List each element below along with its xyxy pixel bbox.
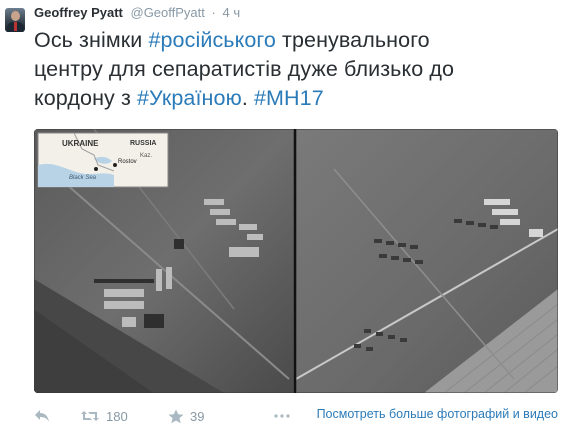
tweet-timestamp[interactable]: 4 ч <box>222 5 240 20</box>
favorite-button[interactable]: 39 <box>168 404 204 428</box>
author-handle[interactable]: @GeoffPyatt <box>131 5 205 20</box>
retweet-icon <box>81 411 99 421</box>
author-name[interactable]: Geoffrey Pyatt <box>34 5 123 20</box>
inset-map-label-rostov: Rostov <box>118 159 137 165</box>
more-media-link[interactable]: Посмотреть больше фотографий и видео <box>317 407 558 421</box>
hashtag-mh17[interactable]: #MH17 <box>254 86 324 110</box>
tweet-photo[interactable]: UKRAINE RUSSIA Rostov Black Sea Kaz. <box>34 129 558 393</box>
text-segment: . <box>241 86 254 110</box>
tweet-header: Geoffrey Pyatt @GeoffPyatt · 4 ч <box>34 5 240 21</box>
retweet-button[interactable]: 180 <box>80 404 128 428</box>
star-icon <box>168 409 184 423</box>
more-dots-icon <box>274 414 290 418</box>
text-segment: Ось знімки <box>34 28 149 52</box>
text-segment: кордону з <box>34 86 137 110</box>
tweet-text-line-3: кордону з #Україною. #MH17 <box>34 84 554 113</box>
more-options-button[interactable] <box>274 404 290 428</box>
tweet-actions: 180 39 Посмотреть больше фотографий и ви… <box>34 404 560 428</box>
tweet-text-line-1: Ось знімки #російського тренувального <box>34 26 554 55</box>
reply-button[interactable] <box>34 404 50 428</box>
tweet: Geoffrey Pyatt @GeoffPyatt · 4 ч Ось зні… <box>0 0 563 433</box>
inset-map-label-black-sea: Black Sea <box>69 175 97 181</box>
avatar[interactable] <box>5 8 25 32</box>
tweet-text-line-2: центру для сепаратистів дуже близько до <box>34 57 455 81</box>
satellite-image-right <box>295 129 558 393</box>
hashtag-ukraine[interactable]: #Україною <box>137 86 242 110</box>
inset-map: UKRAINE RUSSIA Rostov Black Sea Kaz. <box>37 132 169 188</box>
inset-map-label-kaz: Kaz. <box>140 153 152 159</box>
tweet-text: Ось знімки #російського тренувального це… <box>34 26 554 113</box>
hashtag-russian[interactable]: #російського <box>148 28 276 52</box>
header-separator: · <box>211 5 216 20</box>
retweet-count: 180 <box>106 408 128 424</box>
favorite-count: 39 <box>190 408 205 424</box>
inset-map-label-russia: RUSSIA <box>130 140 156 147</box>
inset-map-label-ukraine: UKRAINE <box>62 139 99 148</box>
reply-icon <box>35 410 49 422</box>
text-segment: тренувального <box>275 28 430 52</box>
